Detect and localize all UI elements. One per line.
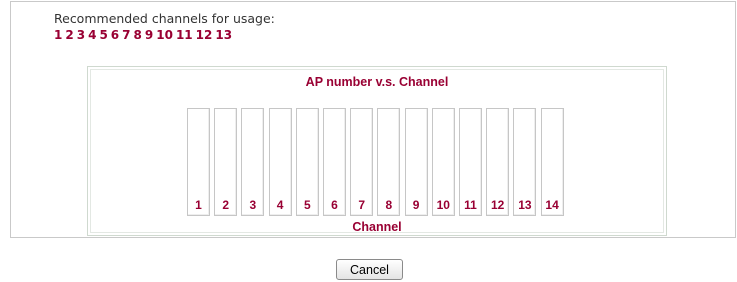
channel-column: 3 (241, 108, 265, 216)
recommended-channel: 11 (175, 28, 193, 42)
recommended-channel: 3 (76, 28, 86, 42)
recommended-channels-label: Recommended channels for usage: (54, 11, 275, 26)
channel-tick-label: 5 (303, 198, 311, 212)
channel-column: 11 (459, 108, 482, 216)
recommended-channel: 13 (215, 28, 233, 42)
channel-tick-label: 8 (385, 198, 393, 212)
recommended-channel: 2 (65, 28, 74, 42)
recommended-channel: 12 (195, 28, 213, 42)
channel-tick-label: 1 (195, 198, 202, 212)
channel-column: 9 (404, 108, 428, 216)
channel-tick-label: 12 (491, 198, 505, 212)
channel-column: 8 (377, 108, 401, 216)
recommended-channel: 9 (144, 28, 154, 42)
channel-tick-label: 4 (276, 198, 284, 212)
recommended-channel: 6 (110, 28, 120, 42)
channel-column: 5 (295, 108, 319, 216)
ap-discovery-panel: Recommended channels for usage: 12345678… (10, 1, 736, 238)
ap-channel-chart: AP number v.s. Channel 1 2 3 4 5 6 7 8 9 10 11 12 13… (87, 66, 667, 236)
channel-tick-label: 9 (412, 198, 420, 212)
channel-column: 12 (486, 108, 510, 216)
recommended-channel: 8 (133, 28, 142, 42)
channel-column: 14 (540, 108, 564, 216)
channel-column: 7 (350, 108, 374, 216)
channel-column: 6 (323, 108, 346, 216)
channel-tick-label: 10 (436, 198, 450, 212)
chart-title: AP number v.s. Channel (305, 75, 449, 89)
recommended-channel: 7 (122, 28, 131, 42)
channel-tick-label: 6 (331, 198, 338, 212)
recommended-channel: 1 (54, 28, 63, 42)
cancel-button[interactable]: Cancel (336, 259, 403, 280)
channel-columns: 1 2 3 4 5 6 7 8 9 10 11 12 13 14 (187, 108, 577, 218)
recommended-channels-list: 1 2 3 4 5 6 7 8 9 10 11 12 13 (54, 28, 235, 42)
recommended-channel: 10 (156, 28, 173, 42)
channel-tick-label: 13 (518, 198, 532, 212)
channel-column: 4 (268, 108, 292, 216)
channel-tick-label: 11 (464, 198, 477, 212)
channel-tick-label: 3 (249, 198, 257, 212)
channel-tick-label: 2 (222, 198, 230, 212)
channel-column: 13 (513, 108, 537, 216)
recommended-channel: 5 (99, 28, 108, 42)
recommended-channel: 4 (88, 28, 97, 42)
channel-column: 1 (187, 108, 210, 216)
channel-column: 10 (431, 108, 455, 216)
chart-x-axis-label: Channel (352, 220, 402, 234)
channel-tick-label: 14 (545, 198, 559, 212)
channel-column: 2 (214, 108, 238, 216)
channel-tick-label: 7 (358, 198, 366, 212)
